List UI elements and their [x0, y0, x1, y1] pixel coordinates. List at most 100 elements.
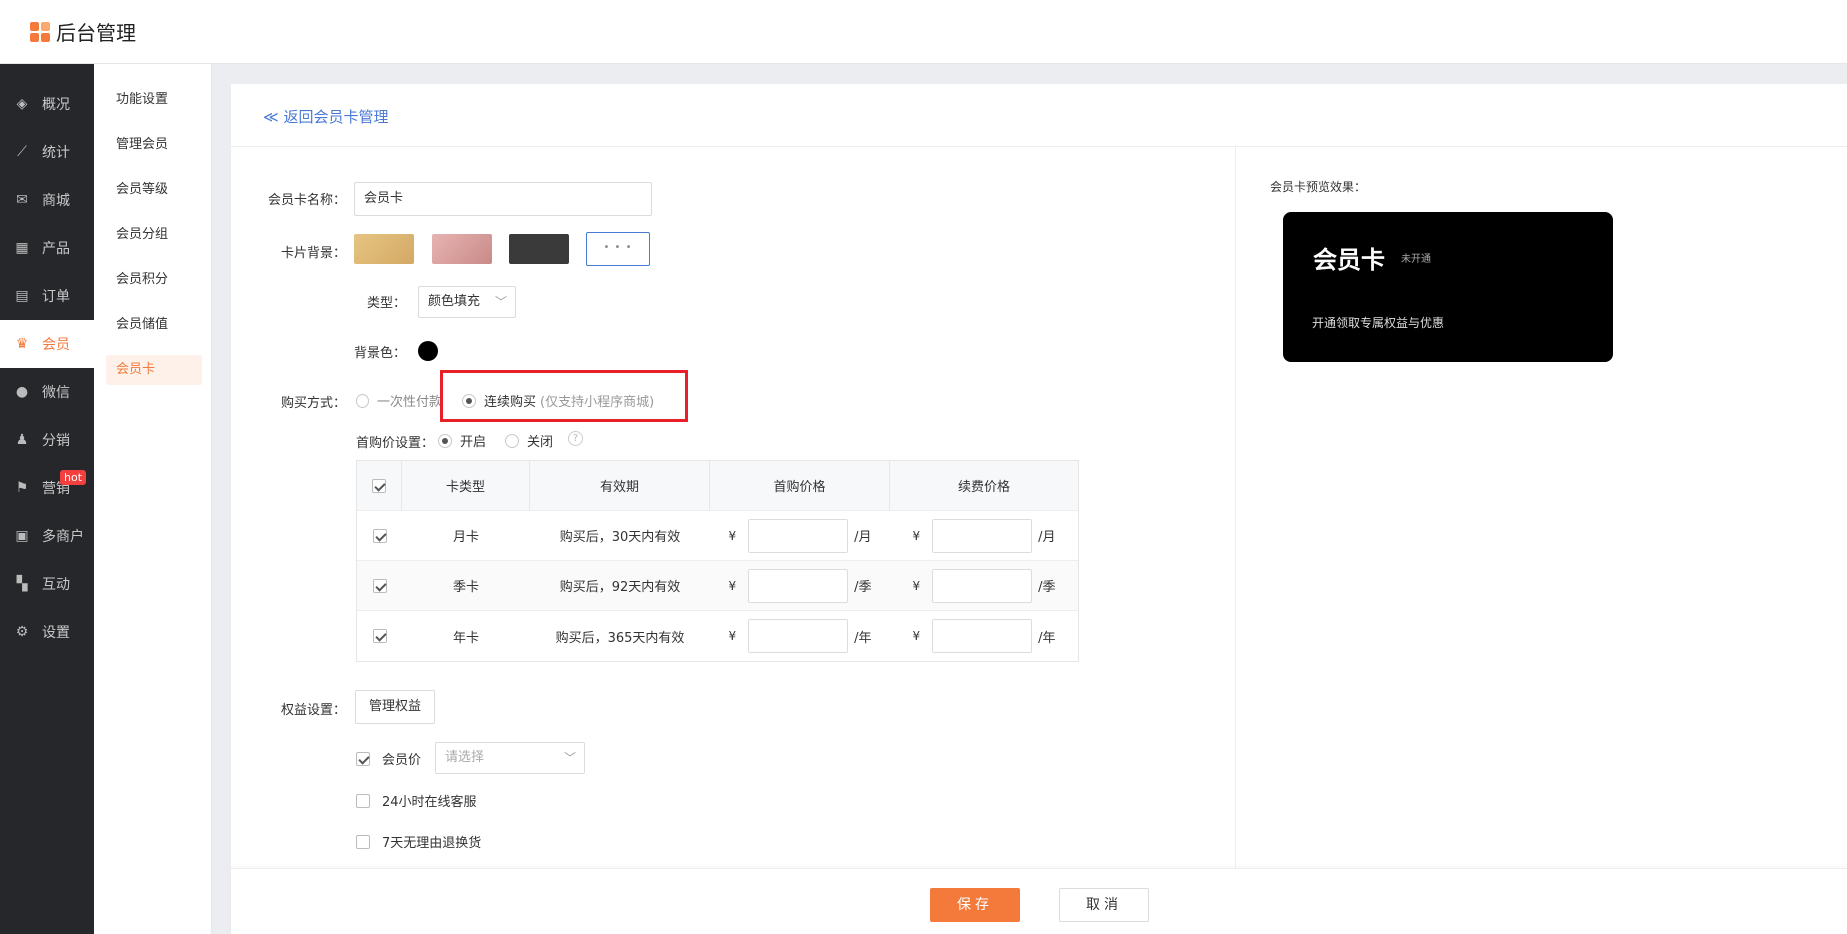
table-header: 首购价格	[710, 461, 890, 510]
select-placeholder: 请选择	[445, 750, 485, 765]
benefit-return-policy[interactable]: 7天无理由退换货	[356, 832, 481, 851]
sidebar-item-distribution[interactable]: ♟ 分销	[0, 416, 94, 464]
sidebar-item-label: 会员	[42, 337, 70, 353]
top-bar: 后台管理	[0, 0, 1847, 64]
radio-label: 一次性付款	[376, 395, 442, 410]
card-bg-label: 卡片背景：	[280, 246, 346, 261]
renewal-price-input[interactable]	[932, 568, 1033, 603]
first-price-on-radio[interactable]: 开启	[438, 431, 486, 450]
benefit-checkbox[interactable]	[356, 834, 370, 849]
purchase-once-radio[interactable]: 一次性付款	[356, 391, 442, 410]
sidebar-item-mall[interactable]: ✉ 商城	[0, 176, 94, 224]
preview-card-desc: 开通领取专属权益与优惠	[1312, 316, 1445, 330]
table-header: 有效期	[530, 461, 710, 510]
benefit-label: 7天无理由退换货	[382, 836, 482, 851]
subnav-manage-members[interactable]: 管理会员	[106, 130, 202, 160]
sidebar-item-orders[interactable]: ▤ 订单	[0, 272, 94, 320]
subnav-member-stored-value[interactable]: 会员储值	[106, 310, 202, 340]
unit-label: /年	[1038, 630, 1056, 646]
card-type-cell: 季卡	[452, 580, 479, 595]
row-checkbox[interactable]	[372, 578, 387, 593]
table-header: 卡类型	[402, 461, 530, 510]
cancel-button[interactable]: 取消	[1059, 888, 1149, 922]
table-row: 月卡 购买后，30天内有效 ¥ /月 ¥ /月	[357, 511, 1078, 561]
swatch-more-button[interactable]: • • •	[586, 232, 650, 266]
benefit-member-price[interactable]: 会员价	[356, 749, 421, 768]
radio-dot	[438, 433, 452, 448]
unit-label: /年	[854, 630, 872, 646]
benefit-checkbox[interactable]	[356, 793, 370, 808]
subnav-member-groups[interactable]: 会员分组	[106, 220, 202, 250]
card-type-cell: 年卡	[452, 630, 479, 646]
card-price-table: 卡类型 有效期 首购价格 续费价格 月卡 购买后，30天内有效 ¥/月 ¥/月 …	[356, 460, 1079, 662]
radio-dot	[505, 433, 519, 448]
subnav-member-points[interactable]: 会员积分	[106, 265, 202, 295]
sidebar-item-interaction[interactable]: ▚ 互动	[0, 560, 94, 608]
validity-cell: 购买后，30天内有效	[559, 530, 681, 545]
divider	[231, 146, 1847, 147]
back-to-card-management-link[interactable]: ≪ 返回会员卡管理	[263, 106, 388, 127]
flag-icon: ⚑	[15, 480, 29, 496]
store-icon: ▣	[15, 528, 29, 544]
type-select[interactable]: 颜色填充 ﹀	[418, 286, 516, 318]
preview-card-title: 会员卡	[1313, 246, 1385, 274]
first-price-input[interactable]	[748, 619, 849, 653]
benefit-checkbox[interactable]	[356, 751, 370, 766]
first-price-input[interactable]	[748, 518, 849, 553]
sidebar-item-marketing[interactable]: ⚑ 营销 hot	[0, 464, 94, 512]
member-price-select[interactable]: 请选择 ﹀	[435, 742, 585, 774]
currency-symbol: ¥	[728, 629, 737, 643]
currency-symbol: ¥	[912, 528, 921, 543]
first-price-off-radio[interactable]: 关闭	[505, 431, 553, 450]
manage-benefits-button[interactable]: 管理权益	[355, 690, 435, 724]
card-name-input[interactable]: 会员卡	[354, 182, 652, 216]
card-type-cell: 月卡	[452, 530, 479, 545]
subnav-member-card[interactable]: 会员卡	[106, 355, 202, 385]
preview-card-status: 未开通	[1401, 254, 1431, 265]
renewal-price-input[interactable]	[932, 518, 1033, 553]
type-label: 类型：	[366, 296, 406, 311]
row-checkbox[interactable]	[372, 629, 387, 643]
app-logo[interactable]: 后台管理	[30, 17, 136, 46]
sidebar-item-wechat[interactable]: ● 微信	[0, 368, 94, 416]
chart-icon: ⟋	[17, 144, 27, 160]
bg-color-picker[interactable]	[418, 341, 438, 361]
subnav-feature-settings[interactable]: 功能设置	[106, 85, 202, 115]
sidebar-item-label: 互动	[42, 577, 70, 593]
table-row: 季卡 购买后，92天内有效 ¥ /季 ¥ /季	[357, 561, 1078, 611]
grid-icon: ▦	[15, 240, 29, 256]
swatch-gold[interactable]	[354, 234, 414, 264]
radio-dot	[356, 393, 369, 408]
sidebar-item-label: 订单	[42, 289, 70, 305]
sidebar-item-multi-merchant[interactable]: ▣ 多商户	[0, 512, 94, 560]
help-icon[interactable]: ?	[568, 431, 583, 446]
sidebar-item-label: 概况	[42, 97, 70, 113]
sidebar-item-members[interactable]: ♛ 会员	[0, 320, 94, 368]
validity-cell: 购买后，365天内有效	[555, 630, 685, 646]
sidebar-item-products[interactable]: ▦ 产品	[0, 224, 94, 272]
currency-symbol: ¥	[728, 528, 737, 543]
divider	[1235, 147, 1236, 870]
app-title: 后台管理	[56, 21, 136, 45]
currency-symbol: ¥	[912, 629, 921, 643]
swatch-rose[interactable]	[432, 234, 492, 264]
renewal-price-input[interactable]	[932, 619, 1033, 653]
subnav-member-levels[interactable]: 会员等级	[106, 175, 202, 205]
sidebar-item-stats[interactable]: ⟋ 统计	[0, 128, 94, 176]
card-name-label: 会员卡名称：	[267, 193, 346, 208]
swatch-dark[interactable]	[509, 234, 569, 264]
layers-icon: ◈	[16, 96, 28, 112]
select-all-checkbox[interactable]	[372, 478, 386, 493]
chevron-down-icon: ﹀	[494, 295, 507, 309]
table-header-row: 卡类型 有效期 首购价格 续费价格	[357, 461, 1078, 511]
sidebar-item-label: 产品	[42, 241, 70, 257]
benefit-online-service[interactable]: 24小时在线客服	[356, 791, 477, 810]
first-price-input[interactable]	[748, 568, 849, 603]
sidebar-item-settings[interactable]: ⚙ 设置	[0, 608, 94, 656]
sidebar-item-label: 分销	[42, 433, 70, 449]
row-checkbox[interactable]	[372, 528, 387, 543]
main-sidebar: ◈ 概况 ⟋ 统计 ✉ 商城 ▦ 产品 ▤ 订单 ♛ 会员 ● 微信 ♟ 分销 …	[0, 64, 94, 934]
first-price-label: 首购价设置：	[355, 436, 434, 451]
sidebar-item-overview[interactable]: ◈ 概况	[0, 80, 94, 128]
save-button[interactable]: 保存	[930, 888, 1020, 922]
